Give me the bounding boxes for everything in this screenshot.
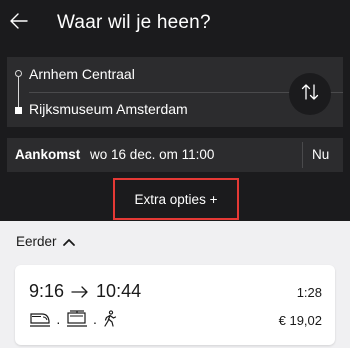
trip-modes: · · (29, 310, 118, 333)
mode-separator: · (56, 313, 61, 330)
train-icon (29, 310, 51, 333)
tram-icon (66, 310, 88, 333)
departure-time-field[interactable]: Aankomst wo 16 dec. om 11:00 (15, 147, 214, 162)
arrow-right-icon (71, 285, 89, 299)
time-mode-label: Aankomst (15, 147, 81, 162)
trip-duration: 1:28 (296, 285, 322, 300)
earlier-label: Eerder (16, 234, 57, 249)
trip-times: 9:16 10:44 (29, 281, 141, 302)
swap-route-button[interactable] (289, 73, 331, 115)
trip-card[interactable]: 9:16 10:44 1:28 · · € 19,02 (15, 265, 335, 345)
earlier-button[interactable]: Eerder (16, 234, 76, 249)
destination-field[interactable]: Rijksmuseum Amsterdam (29, 101, 188, 117)
extra-options-button[interactable]: Extra opties + (113, 178, 239, 220)
origin-field[interactable]: Arnhem Centraal (29, 66, 135, 82)
page-title: Waar wil je heen? (57, 12, 211, 33)
time-datetime-label: wo 16 dec. om 11:00 (90, 147, 215, 162)
swap-vertical-icon (301, 82, 319, 107)
now-button[interactable]: Nu (312, 147, 329, 162)
trip-arrive-time: 10:44 (96, 281, 142, 301)
destination-marker-icon (15, 107, 22, 114)
time-divider (302, 142, 303, 168)
top-bar: Waar wil je heen? (0, 0, 350, 50)
walking-icon (102, 310, 118, 333)
search-panel: Waar wil je heen? Arnhem Centraal Rijksm… (0, 0, 350, 221)
trip-price: € 19,02 (278, 313, 322, 328)
arrow-left-icon (9, 11, 29, 36)
route-line (18, 74, 19, 110)
trip-depart-time: 9:16 (29, 281, 65, 301)
origin-marker-icon (15, 70, 22, 77)
time-selector: Aankomst wo 16 dec. om 11:00 Nu (7, 138, 343, 172)
chevron-up-icon (62, 237, 76, 247)
mode-separator: · (92, 313, 98, 330)
back-button[interactable] (6, 10, 32, 36)
